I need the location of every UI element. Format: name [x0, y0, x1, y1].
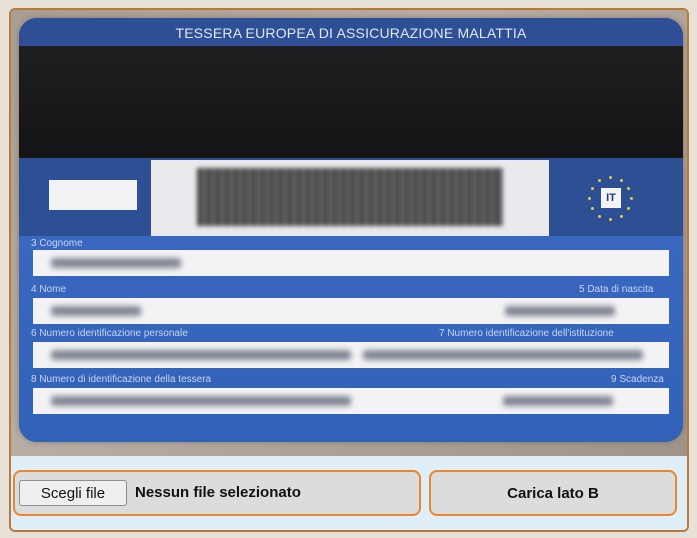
field-personal-id-value — [33, 342, 669, 368]
upload-controls: Scegli file Nessun file selezionato Cari… — [11, 456, 687, 530]
barcode-area — [151, 160, 549, 236]
field-name-value — [33, 298, 669, 324]
barcode — [197, 168, 503, 226]
card-photo: TESSERA EUROPEA DI ASSICURAZIONE MALATTI… — [11, 10, 687, 456]
country-code: IT — [601, 188, 621, 208]
upload-panel: TESSERA EUROPEA DI ASSICURAZIONE MALATTI… — [9, 8, 689, 532]
field-label-surname: 3 Cognome — [31, 238, 83, 249]
file-status-text: Nessun file selezionato — [135, 484, 301, 501]
upload-side-b-button[interactable]: Carica lato B — [429, 470, 677, 516]
file-input[interactable]: Scegli file Nessun file selezionato — [13, 470, 421, 516]
card-title: TESSERA EUROPEA DI ASSICURAZIONE MALATTI… — [19, 18, 683, 46]
field-label-birthdate: 5 Data di nascita — [579, 284, 654, 295]
field-label-personal-id: 6 Numero identificazione personale — [31, 328, 188, 339]
field-label-expiry: 9 Scadenza — [611, 374, 664, 385]
field-label-card-id: 8 Numero di identificazione della tesser… — [31, 374, 212, 385]
field-label-institution-id: 7 Numero identificazione dell'istituzion… — [439, 328, 614, 339]
field-card-id-value — [33, 388, 669, 414]
health-insurance-card: TESSERA EUROPEA DI ASSICURAZIONE MALATTI… — [19, 18, 683, 442]
card-barcode-band: IT — [19, 158, 683, 236]
field-label-name: 4 Nome — [31, 284, 67, 295]
signature-box — [49, 180, 137, 210]
magnetic-stripe — [19, 46, 683, 158]
card-fields: 3 Cognome 4 Nome 5 Data di nascita 6 Num… — [19, 236, 683, 442]
field-surname-value — [33, 250, 669, 276]
choose-file-button[interactable]: Scegli file — [19, 480, 127, 506]
eu-flag-icon: IT — [587, 174, 635, 222]
